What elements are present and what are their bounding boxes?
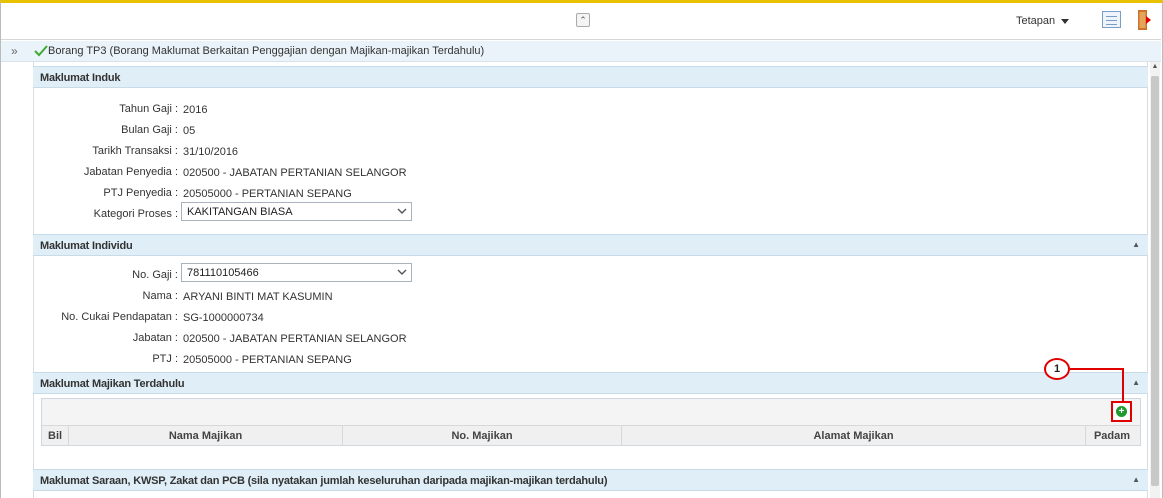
column-header-nama-majikan[interactable]: Nama Majikan <box>69 430 342 442</box>
jabatan-label-wrap: Jabatan : <box>33 332 178 346</box>
add-majikan-button[interactable]: + <box>1111 401 1132 422</box>
column-header-bil[interactable]: Bil <box>48 430 62 442</box>
caret-down-icon <box>1061 18 1070 24</box>
section-maklumat-induk: Maklumat Induk <box>33 66 1148 88</box>
check-icon <box>34 45 48 57</box>
majikan-table: Bil Nama Majikan No. Majikan Alamat Maji… <box>41 398 1141 446</box>
collapse-arrow-icon[interactable]: ▲ <box>1132 378 1140 387</box>
ptj-label: PTJ : <box>152 353 178 365</box>
kategori-proses-label: Kategori Proses : <box>93 208 178 220</box>
callout-line <box>1070 368 1124 370</box>
collapse-arrow-icon[interactable]: ▲ <box>1132 475 1140 484</box>
callout-line <box>1122 368 1124 401</box>
no-cukai-value: SG-1000000734 <box>183 312 264 324</box>
section-title: Maklumat Individu <box>40 240 133 252</box>
section-maklumat-individu[interactable]: Maklumat Individu ▲ <box>33 234 1148 256</box>
jabatan-value: 020500 - JABATAN PERTANIAN SELANGOR <box>183 333 407 345</box>
bulan-gaji-label: Bulan Gaji : <box>121 124 178 136</box>
scroll-up-icon[interactable]: ▲ <box>1150 63 1160 73</box>
chevron-down-icon <box>397 208 407 214</box>
column-header-alamat-majikan[interactable]: Alamat Majikan <box>622 430 1085 442</box>
no-cukai-label-wrap: No. Cukai Pendapatan : <box>33 311 178 325</box>
column-header-no-majikan[interactable]: No. Majikan <box>343 430 621 442</box>
kategori-proses-label-wrap: Kategori Proses : <box>33 208 178 222</box>
tetapan-menu[interactable]: Tetapan <box>1016 15 1070 27</box>
no-cukai-label: No. Cukai Pendapatan : <box>61 311 178 323</box>
scroll-thumb[interactable] <box>1151 76 1159 486</box>
nama-label: Nama : <box>142 290 178 302</box>
top-toolbar: ⌃ Tetapan <box>1 3 1161 40</box>
no-gaji-select[interactable]: 781110105466 <box>181 263 412 282</box>
tarikh-transaksi-label-wrap: Tarikh Transaksi : <box>33 145 178 159</box>
ptj-label-wrap: PTJ : <box>33 353 178 367</box>
ptj-value: 20505000 - PERTANIAN SEPANG <box>183 354 352 366</box>
tetapan-label: Tetapan <box>1016 15 1056 27</box>
ptj-penyedia-label: PTJ Penyedia : <box>103 187 178 199</box>
no-gaji-label: No. Gaji : <box>132 269 178 281</box>
column-divider <box>1085 426 1086 446</box>
form-header: » Borang TP3 (Borang Maklumat Berkaitan … <box>1 41 1161 62</box>
tahun-gaji-value: 2016 <box>183 104 208 116</box>
bulan-gaji-value: 05 <box>183 125 196 137</box>
nama-value: ARYANI BINTI MAT KASUMIN <box>183 291 333 303</box>
callout-number: 1 <box>1044 358 1070 380</box>
kategori-proses-value: KAKITANGAN BIASA <box>187 206 293 218</box>
bulan-gaji-label-wrap: Bulan Gaji : <box>33 124 178 138</box>
section-title: Maklumat Induk <box>40 72 121 84</box>
no-gaji-label-wrap: No. Gaji : <box>33 269 178 283</box>
jabatan-penyedia-label-wrap: Jabatan Penyedia : <box>33 166 178 180</box>
form-title: Borang TP3 (Borang Maklumat Berkaitan Pe… <box>48 45 485 57</box>
chevron-up-icon[interactable]: ⌃ <box>576 13 590 27</box>
section-maklumat-majikan-terdahulu[interactable]: Maklumat Majikan Terdahulu ▲ <box>33 372 1148 394</box>
add-icon: + <box>1116 406 1127 417</box>
tarikh-transaksi-label: Tarikh Transaksi : <box>92 145 178 157</box>
jabatan-label: Jabatan : <box>132 332 178 344</box>
tahun-gaji-label-wrap: Tahun Gaji : <box>33 103 178 117</box>
ptj-penyedia-value: 20505000 - PERTANIAN SEPANG <box>183 188 352 200</box>
tahun-gaji-label: Tahun Gaji : <box>119 103 178 115</box>
tarikh-transaksi-value: 31/10/2016 <box>183 146 239 158</box>
section-title: Maklumat Majikan Terdahulu <box>40 378 185 390</box>
jabatan-penyedia-label: Jabatan Penyedia : <box>83 166 178 178</box>
section-maklumat-saraan[interactable]: Maklumat Saraan, KWSP, Zakat dan PCB (si… <box>33 469 1148 491</box>
expand-sidebar-icon[interactable]: » <box>11 44 18 58</box>
ptj-penyedia-label-wrap: PTJ Penyedia : <box>33 187 178 201</box>
list-view-icon[interactable] <box>1102 11 1121 28</box>
exit-icon[interactable] <box>1138 10 1152 30</box>
section-title: Maklumat Saraan, KWSP, Zakat dan PCB (si… <box>40 475 608 487</box>
column-header-padam[interactable]: Padam <box>1088 430 1136 442</box>
table-header: Bil Nama Majikan No. Majikan Alamat Maji… <box>42 425 1140 446</box>
jabatan-penyedia-value: 020500 - JABATAN PERTANIAN SELANGOR <box>183 167 407 179</box>
collapse-arrow-icon[interactable]: ▲ <box>1132 240 1140 249</box>
no-gaji-value: 781110105466 <box>187 267 259 279</box>
nama-label-wrap: Nama : <box>33 290 178 304</box>
chevron-down-icon <box>397 269 407 275</box>
kategori-proses-select[interactable]: KAKITANGAN BIASA <box>181 202 412 221</box>
